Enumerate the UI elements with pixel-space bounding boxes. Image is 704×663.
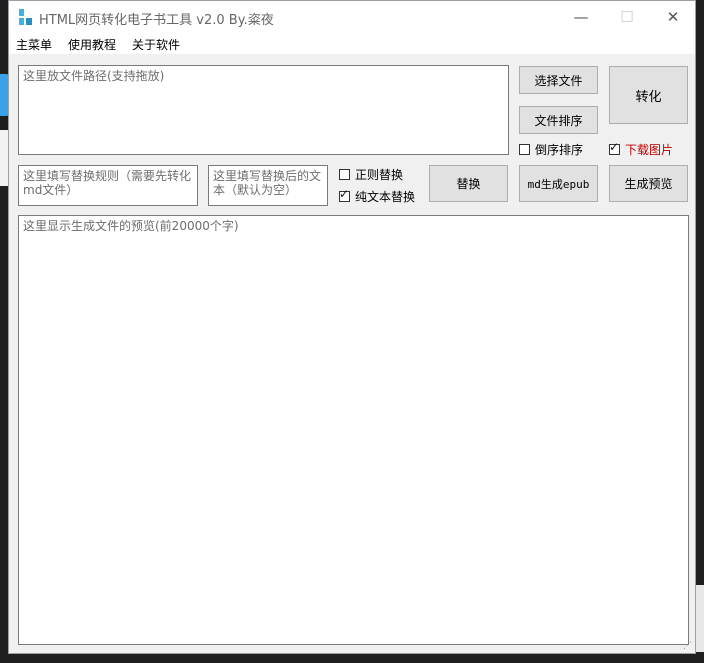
maximize-icon: ☐ [620,7,634,26]
menu-about[interactable]: 关于软件 [132,36,180,53]
replace-rule-input[interactable]: 这里填写替换规则（需要先转化md文件） [18,165,198,206]
title-bar[interactable]: HTML网页转化电子书工具 v2.0 By.粢夜 — ☐ ✕ [9,1,695,32]
replace-button[interactable]: 替换 [429,165,508,202]
maximize-button[interactable]: ☐ [604,1,650,32]
replace-with-placeholder: 这里填写替换后的文本（默认为空） [213,169,322,197]
desktop-window-fragment-right [696,585,704,655]
generate-preview-button[interactable]: 生成预览 [609,165,688,202]
app-icon [19,9,33,25]
app-window: HTML网页转化电子书工具 v2.0 By.粢夜 — ☐ ✕ 主菜单 使用教程 … [8,0,696,654]
file-path-input[interactable]: 这里放文件路径(支持拖放) [18,65,509,155]
reverse-sort-checkbox[interactable]: 倒序排序 [519,141,583,158]
close-icon: ✕ [666,7,680,26]
window-title: HTML网页转化电子书工具 v2.0 By.粢夜 [39,13,274,28]
close-button[interactable]: ✕ [650,1,696,32]
check-icon: ✓ [609,140,620,154]
plain-text-replace-checkbox[interactable]: ✓ 纯文本替换 [339,188,415,205]
convert-button[interactable]: 转化 [609,66,688,124]
file-path-placeholder: 这里放文件路径(支持拖放) [23,69,165,83]
md-to-epub-button[interactable]: md生成epub [519,165,598,202]
replace-rule-placeholder: 这里填写替换规则（需要先转化md文件） [23,169,192,197]
reverse-sort-label: 倒序排序 [535,143,584,157]
replace-with-input[interactable]: 这里填写替换后的文本（默认为空） [208,165,328,206]
check-icon: ✓ [339,187,350,201]
select-file-button[interactable]: 选择文件 [519,66,598,94]
download-images-label: 下载图片 [625,143,674,157]
minimize-icon: — [573,7,589,26]
resize-grip-icon[interactable]: ⋰ [683,641,693,651]
menu-main[interactable]: 主菜单 [16,36,52,53]
menu-tutorial[interactable]: 使用教程 [68,36,116,53]
regex-replace-checkbox[interactable]: 正则替换 [339,166,403,183]
menu-bar: 主菜单 使用教程 关于软件 [9,32,695,54]
preview-area[interactable]: 这里显示生成文件的预览(前20000个字) [18,215,689,645]
sort-files-button[interactable]: 文件排序 [519,106,598,134]
download-images-box[interactable]: ✓ [609,140,620,155]
plain-text-replace-label: 纯文本替换 [355,190,416,204]
regex-replace-label: 正则替换 [355,168,404,182]
minimize-button[interactable]: — [558,1,604,32]
preview-placeholder: 这里显示生成文件的预览(前20000个字) [23,219,239,233]
reverse-sort-box[interactable] [519,144,530,155]
desktop-background-right [696,0,704,663]
regex-replace-box[interactable] [339,169,350,180]
plain-text-replace-box[interactable]: ✓ [339,187,350,202]
download-images-checkbox[interactable]: ✓ 下载图片 [609,141,673,158]
